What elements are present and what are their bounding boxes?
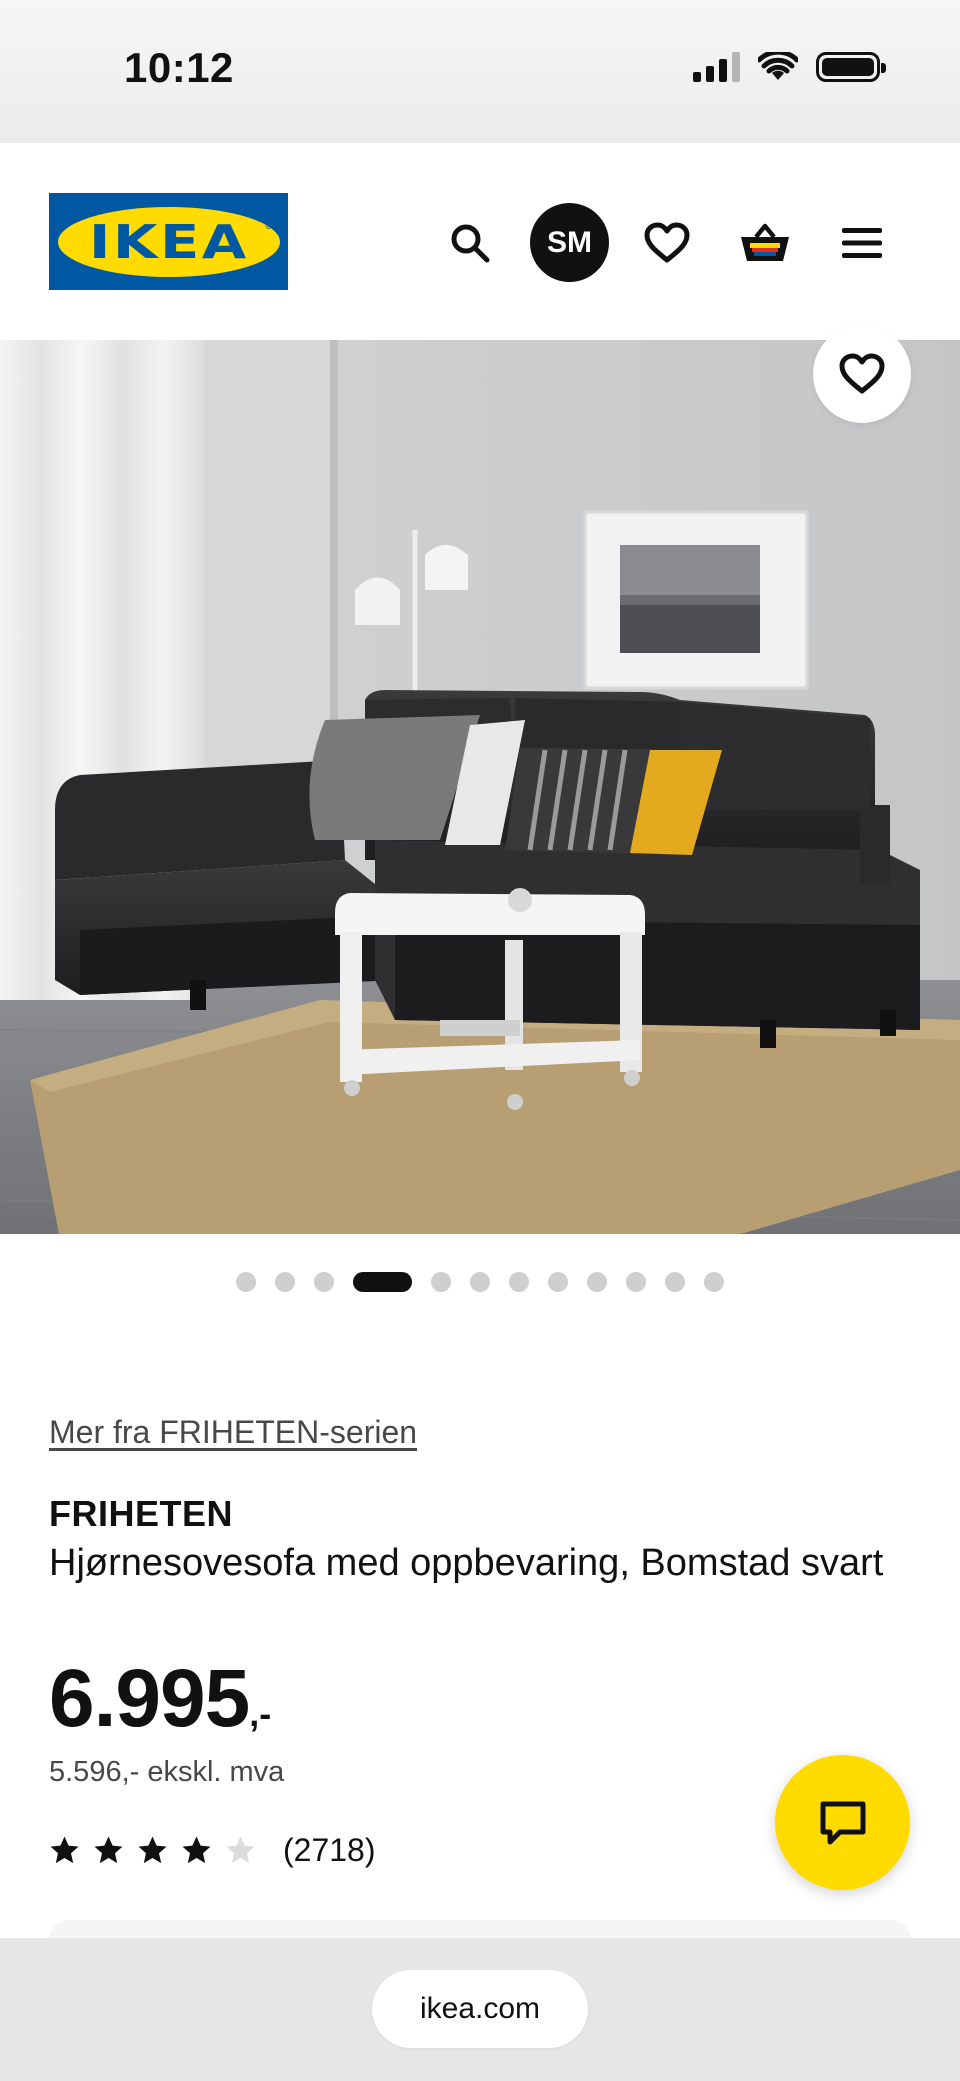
menu-button[interactable]: [832, 203, 892, 283]
star-filled-icon: [94, 1836, 123, 1864]
carousel-dot[interactable]: [548, 1272, 568, 1292]
star-filled-icon: [138, 1836, 167, 1864]
heart-icon: [644, 222, 690, 263]
star-filled-icon: [182, 1836, 211, 1864]
page: 10:12 IKEA ® SM Mer fra FRIHETEN-serien …: [0, 0, 960, 2081]
save-to-favorites-button[interactable]: [813, 325, 911, 423]
status-icons: [693, 52, 886, 82]
battery-icon: [816, 52, 886, 82]
price-excl-vat: 5.596,- ekskl. mva: [49, 1756, 285, 1788]
chat-icon: [820, 1801, 865, 1844]
rating-stars: [49, 1835, 256, 1866]
carousel-dot[interactable]: [626, 1272, 646, 1292]
carousel-dot[interactable]: [353, 1272, 412, 1292]
carousel-dot[interactable]: [431, 1272, 451, 1292]
star-empty-icon: [226, 1836, 255, 1864]
series-link[interactable]: Mer fra FRIHETEN-serien: [49, 1414, 417, 1451]
sofa-room-illustration: [0, 340, 960, 1234]
heart-icon: [839, 353, 885, 394]
signal-icon: [693, 52, 740, 82]
carousel-dot[interactable]: [509, 1272, 529, 1292]
logo-text: IKEA: [88, 214, 249, 269]
account-avatar[interactable]: SM: [530, 203, 609, 282]
browser-bottom-bar: ikea.com: [0, 1938, 960, 2081]
search-icon: [451, 224, 490, 263]
rating[interactable]: (2718): [49, 1832, 376, 1869]
status-bar: 10:12: [0, 0, 960, 143]
carousel-dot[interactable]: [665, 1272, 685, 1292]
product-name: FRIHETEN: [49, 1493, 233, 1534]
product-description: Hjørnesovesofa med oppbevaring, Bomstad …: [49, 1542, 884, 1584]
product-image[interactable]: [0, 340, 960, 1234]
search-button[interactable]: [440, 203, 500, 283]
star-filled-icon: [50, 1836, 79, 1864]
site-header: IKEA ® SM: [0, 143, 960, 340]
wishlist-button[interactable]: [636, 203, 698, 283]
basket-icon: [741, 223, 789, 261]
status-time: 10:12: [124, 44, 234, 91]
basket-button[interactable]: [730, 203, 800, 283]
chat-button[interactable]: [775, 1755, 910, 1890]
logo-registered: ®: [265, 221, 272, 231]
price-amount: 6.995: [49, 1653, 250, 1744]
url-bar[interactable]: ikea.com: [372, 1970, 588, 2048]
carousel-dot[interactable]: [587, 1272, 607, 1292]
carousel-dot[interactable]: [704, 1272, 724, 1292]
rating-count: (2718): [283, 1832, 376, 1868]
carousel-dot[interactable]: [470, 1272, 490, 1292]
carousel-dot[interactable]: [314, 1272, 334, 1292]
logo-oval: IKEA: [57, 206, 280, 277]
product-price: 6.995 ,-: [49, 1652, 271, 1746]
carousel-dot[interactable]: [236, 1272, 256, 1292]
price-suffix: ,-: [249, 1693, 272, 1734]
carousel-indicator[interactable]: [0, 1272, 960, 1292]
wifi-icon: [758, 52, 798, 80]
carousel-dot[interactable]: [275, 1272, 295, 1292]
ikea-logo[interactable]: IKEA ®: [49, 193, 288, 290]
menu-icon: [842, 228, 882, 258]
